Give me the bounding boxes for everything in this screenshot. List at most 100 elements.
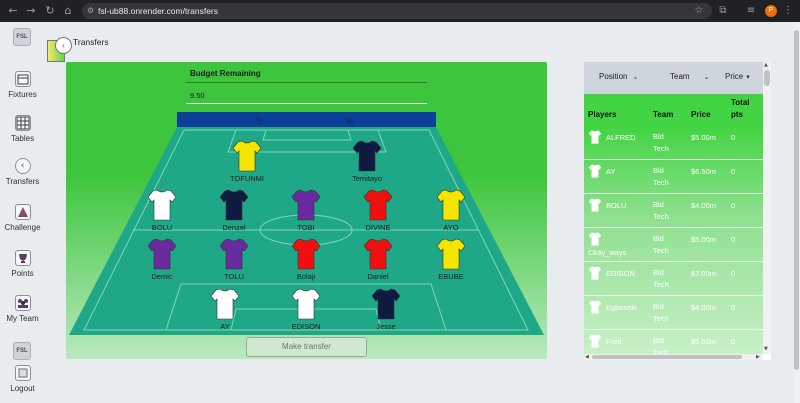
team-cell: Bld Tech: [653, 199, 683, 223]
sidebar-item-challenge[interactable]: Challenge: [0, 204, 45, 232]
column-header-total[interactable]: Total: [731, 98, 750, 107]
sidebar-item-transfers[interactable]: ‹ Transfers: [0, 158, 45, 186]
player-card[interactable]: AY: [195, 288, 255, 331]
player-name: AYO: [443, 223, 459, 232]
jersey-icon: [148, 189, 176, 221]
sidebar-item-tables[interactable]: Tables: [0, 115, 45, 143]
player-card[interactable]: TOFUNMI: [217, 140, 277, 183]
home-icon[interactable]: ⌂: [61, 4, 75, 18]
column-header-players[interactable]: Players: [588, 110, 616, 119]
column-header-price[interactable]: Price: [691, 110, 711, 119]
team-cell: Bld Tech: [653, 267, 683, 291]
player-name: EBUBE: [438, 272, 464, 281]
jersey-icon: [364, 189, 392, 221]
player-card[interactable]: Bolaji: [276, 238, 336, 281]
player-card[interactable]: AYO: [421, 189, 481, 232]
player-name: Demic: [151, 272, 173, 281]
price-sort-select[interactable]: Price ▾: [725, 72, 750, 81]
player-name-cell: ALFRED: [606, 133, 636, 142]
back-arrow-icon[interactable]: ←: [6, 4, 20, 18]
table-vertical-scrollbar[interactable]: ▲ ▼: [763, 62, 771, 354]
price-sort-label: Price: [725, 72, 744, 81]
sidebar-item-points[interactable]: Points: [0, 250, 45, 278]
table-row[interactable]: BOLU Bld Tech $4.00m 0: [584, 194, 763, 228]
table-row[interactable]: Egbeseki Bld Tech $4.00m 0: [584, 296, 763, 330]
team-cell: Bld Tech: [653, 233, 683, 257]
table-horizontal-scrollbar[interactable]: ◀ ▶: [584, 354, 763, 360]
scroll-up-icon[interactable]: ▲: [764, 62, 768, 68]
jersey-icon: [220, 238, 248, 270]
pitch-card: Budget Remaining 9.50 % % TOFUNMI Temita…: [66, 62, 547, 359]
player-card[interactable]: DIVINE: [348, 189, 408, 232]
profile-avatar[interactable]: P: [765, 5, 777, 17]
player-card[interactable]: BOLU: [132, 189, 192, 232]
scrollbar-thumb[interactable]: [592, 355, 742, 359]
jersey-icon: [588, 334, 602, 348]
reload-icon[interactable]: ↻: [43, 4, 57, 18]
price-cell: $4.00m: [691, 303, 717, 312]
points-cell: 0: [731, 303, 736, 312]
points-cell: 0: [731, 337, 736, 346]
banner-mark: %: [346, 117, 353, 126]
budget-divider: [186, 82, 427, 83]
jersey-icon: [364, 238, 392, 270]
extensions-icon[interactable]: ⧉: [716, 4, 730, 18]
player-card[interactable]: Temitayo: [337, 140, 397, 183]
sidebar-label-points: Points: [11, 269, 34, 278]
sidebar-item-logout[interactable]: Logout: [0, 365, 45, 393]
scroll-left-icon[interactable]: ◀: [585, 354, 589, 360]
scrollbar-thumb[interactable]: [794, 30, 799, 370]
make-transfer-button[interactable]: Make transfer: [246, 337, 367, 357]
player-name: TOBI: [297, 223, 315, 232]
forward-arrow-icon[interactable]: →: [24, 4, 38, 18]
player-card[interactable]: Denzel: [204, 189, 264, 232]
team-cell: Bld Tech: [653, 165, 683, 189]
team-name-part: Tech: [653, 246, 669, 255]
sidebar: FSL Fixtures Tables ‹ Transfers Challeng…: [0, 22, 45, 403]
player-card[interactable]: Daniel: [348, 238, 408, 281]
table-body: ALFRED Bld Tech $5.00m 0 AY Bld Tech $6.50…: [584, 126, 763, 357]
column-header-pts[interactable]: pts: [731, 110, 743, 119]
scrollbar-thumb[interactable]: [764, 70, 770, 86]
team-name-part: Bld: [653, 132, 664, 141]
table-grid-icon: [14, 115, 31, 131]
player-card[interactable]: TOBI: [276, 189, 336, 232]
bookmark-star-icon[interactable]: ☆: [692, 4, 706, 18]
menu-kebab-icon[interactable]: ⋮: [781, 4, 795, 18]
team-filter-select[interactable]: Team ⌄: [670, 72, 709, 81]
column-header-team[interactable]: Team: [653, 110, 673, 119]
player-card[interactable]: Jesse: [356, 288, 416, 331]
player-card[interactable]: Demic: [132, 238, 192, 281]
scroll-down-icon[interactable]: ▼: [764, 346, 768, 352]
points-cell: 0: [731, 167, 736, 176]
player-name: Jesse: [376, 322, 396, 331]
price-cell: $5.00m: [691, 133, 717, 142]
app-page: FSL Fixtures Tables ‹ Transfers Challeng…: [0, 22, 800, 403]
player-card[interactable]: EBUBE: [421, 238, 481, 281]
player-name: Denzel: [222, 223, 246, 232]
table-row[interactable]: EDISON Bld Tech $7.00m 0: [584, 262, 763, 296]
table-row[interactable]: Ckay_ways Bld Tech $5.00m 0: [584, 228, 763, 262]
app-logo[interactable]: FSL: [13, 28, 31, 46]
position-filter-select[interactable]: Position ⌄: [599, 72, 638, 81]
player-card[interactable]: EDISON: [276, 288, 336, 331]
site-info-icon[interactable]: ⚙: [87, 3, 94, 19]
page-vertical-scrollbar[interactable]: [793, 22, 800, 403]
sidebar-label-challenge: Challenge: [4, 223, 41, 232]
table-row[interactable]: ALFRED Bld Tech $5.00m 0: [584, 126, 763, 160]
url-text: fsl-ub88.onrender.com/transfers: [98, 6, 219, 16]
jersey-icon: [211, 288, 239, 320]
sidebar-label-fixtures: Fixtures: [8, 90, 37, 99]
scroll-right-icon[interactable]: ▶: [756, 354, 760, 360]
banner-mark: %: [256, 117, 263, 126]
address-bar[interactable]: ⚙ fsl-ub88.onrender.com/transfers: [82, 3, 712, 19]
table-row[interactable]: AY Bld Tech $6.50m 0: [584, 160, 763, 194]
media-controls-icon[interactable]: ≡: [744, 4, 758, 18]
team-name-part: Tech: [653, 178, 669, 187]
budget-label: Budget Remaining: [190, 69, 261, 78]
sidebar-item-fixtures[interactable]: Fixtures: [0, 71, 45, 99]
jersey-icon: [372, 288, 400, 320]
sidebar-item-my-team[interactable]: My Team: [0, 295, 45, 323]
jersey-icon: [292, 189, 320, 221]
player-card[interactable]: TOLU: [204, 238, 264, 281]
